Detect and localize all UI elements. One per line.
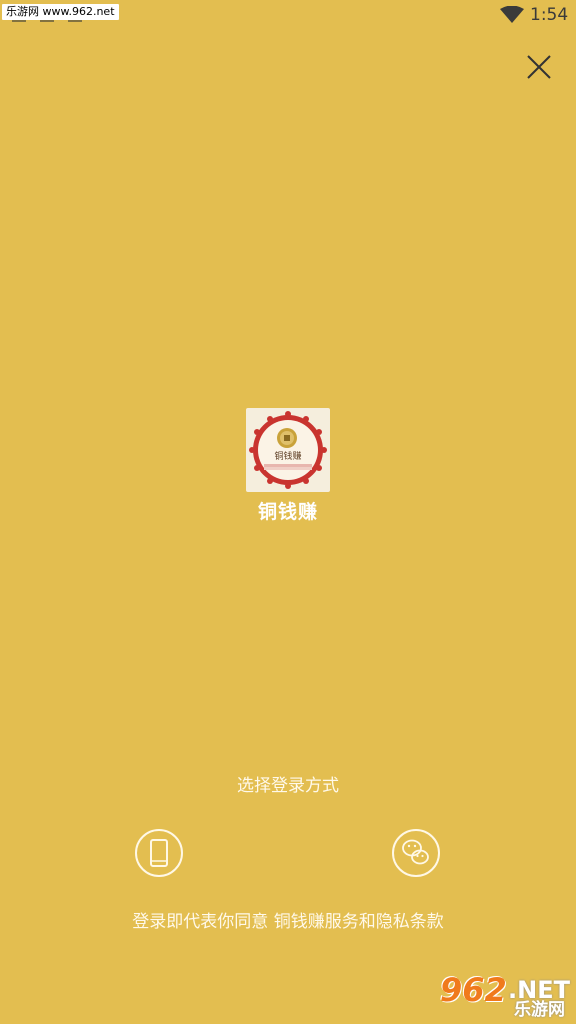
- watermark-number: 962: [440, 971, 507, 1009]
- wifi-icon: [500, 6, 524, 23]
- watermark-logo: 962 .NET 乐游网: [434, 972, 570, 1020]
- app-name: 铜钱赚: [257, 501, 318, 523]
- wechat-login-button[interactable]: [392, 829, 440, 877]
- coin-logo-icon: [249, 411, 327, 489]
- notification-icons: [12, 14, 92, 24]
- logo-text: 铜钱赚: [274, 452, 302, 462]
- wechat-icon: [402, 839, 429, 865]
- status-time: 1:54: [530, 5, 569, 25]
- phone-icon: [150, 839, 168, 867]
- login-method-title: 选择登录方式: [237, 776, 339, 796]
- close-button[interactable]: [522, 50, 556, 84]
- app-logo: 铜钱赚: [246, 408, 330, 492]
- agreement-text[interactable]: 登录即代表你同意 铜钱赚服务和隐私条款: [0, 908, 576, 936]
- watermark-site: 乐游网: [514, 1000, 565, 1020]
- status-bar: 乐游网 www.962.net 1:54: [0, 0, 576, 30]
- phone-login-button[interactable]: [135, 829, 183, 877]
